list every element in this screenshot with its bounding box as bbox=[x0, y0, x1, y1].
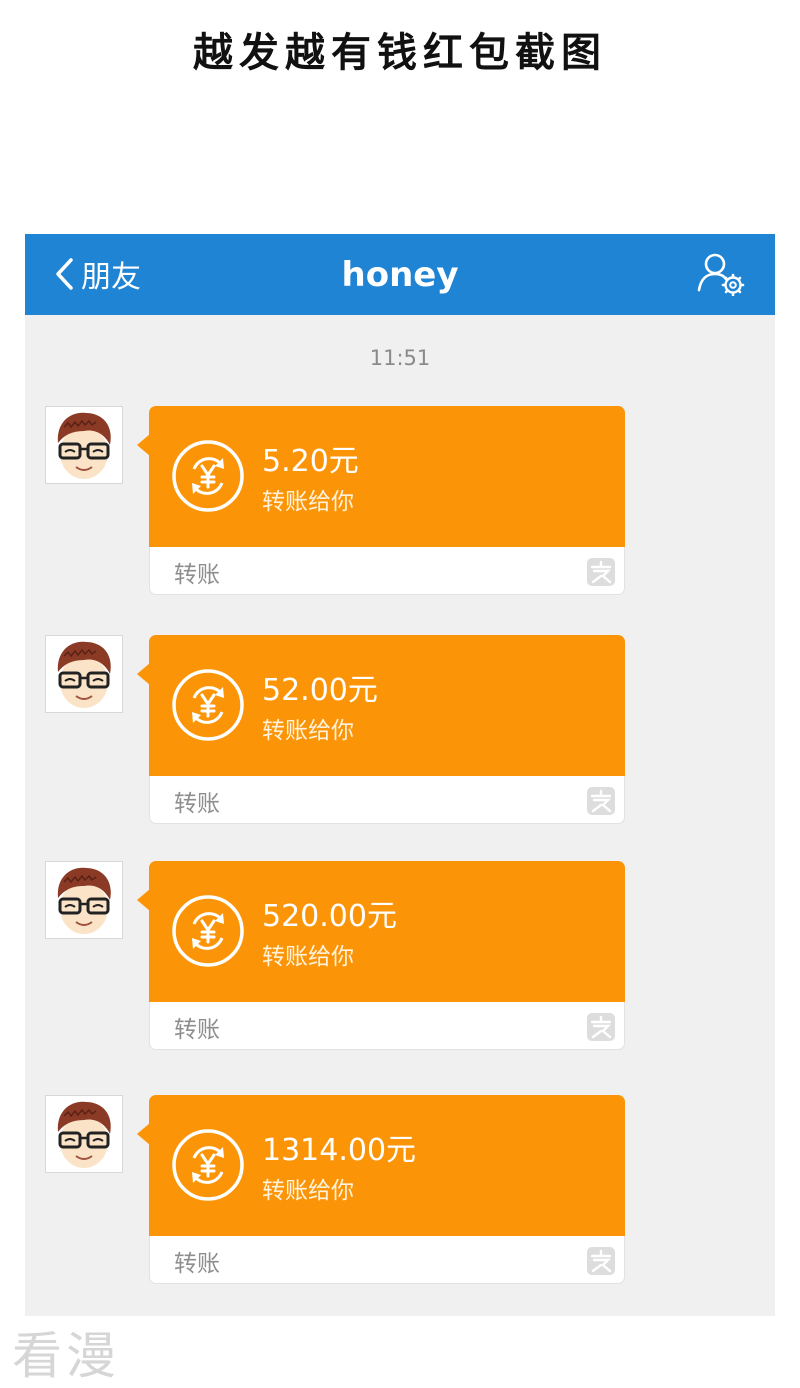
chat-message: 5.20元 转账给你 转账 bbox=[25, 406, 775, 596]
avatar-cartoon-icon bbox=[46, 862, 122, 938]
transfer-bubble[interactable]: 1314.00元 转账给你 转账 bbox=[137, 1095, 625, 1284]
avatar[interactable] bbox=[45, 406, 123, 484]
avatar[interactable] bbox=[45, 635, 123, 713]
transfer-card-top: 520.00元 转账给你 bbox=[149, 861, 625, 1002]
profile-settings-icon[interactable] bbox=[695, 250, 747, 296]
transfer-coin-icon bbox=[172, 895, 244, 967]
back-label: 朋友 bbox=[81, 260, 141, 295]
transfer-card-footer: 转账 bbox=[149, 776, 625, 824]
avatar[interactable] bbox=[45, 861, 123, 939]
avatar-cartoon-icon bbox=[46, 407, 122, 483]
transfer-description: 转账给你 bbox=[262, 489, 354, 515]
alipay-icon bbox=[587, 1013, 615, 1041]
navbar: 朋友 honey bbox=[25, 234, 775, 315]
message-timestamp: 11:51 bbox=[369, 346, 431, 370]
page-caption: 越发越有钱红包截图 bbox=[193, 30, 607, 76]
alipay-icon bbox=[587, 1247, 615, 1275]
transfer-description: 转账给你 bbox=[262, 1178, 354, 1204]
avatar-cartoon-icon bbox=[46, 636, 122, 712]
transfer-amount: 52.00元 bbox=[262, 673, 378, 708]
watermark-text: 看漫 bbox=[12, 1327, 120, 1385]
transfer-amount: 520.00元 bbox=[262, 899, 397, 934]
transfer-description: 转账给你 bbox=[262, 718, 354, 744]
transfer-type-label: 转账 bbox=[174, 1251, 220, 1277]
transfer-bubble[interactable]: 520.00元 转账给你 转账 bbox=[137, 861, 625, 1050]
transfer-type-label: 转账 bbox=[174, 791, 220, 817]
chat-message: 1314.00元 转账给你 转账 bbox=[25, 1095, 775, 1285]
transfer-coin-icon bbox=[172, 669, 244, 741]
chat-screen: 朋友 honey 11:51 5.20元 转账给你 转账 52.00元 转账给你… bbox=[25, 234, 775, 1316]
avatar[interactable] bbox=[45, 1095, 123, 1173]
transfer-card-footer: 转账 bbox=[149, 547, 625, 595]
transfer-description: 转账给你 bbox=[262, 944, 354, 970]
avatar-cartoon-icon bbox=[46, 1096, 122, 1172]
transfer-bubble[interactable]: 5.20元 转账给你 转账 bbox=[137, 406, 625, 595]
transfer-card-footer: 转账 bbox=[149, 1236, 625, 1284]
transfer-coin-icon bbox=[172, 1129, 244, 1201]
back-button[interactable]: 朋友 bbox=[53, 252, 141, 296]
alipay-icon bbox=[587, 558, 615, 586]
alipay-icon bbox=[587, 787, 615, 815]
chat-message: 520.00元 转账给你 转账 bbox=[25, 861, 775, 1051]
transfer-type-label: 转账 bbox=[174, 1017, 220, 1043]
chevron-left-icon bbox=[56, 258, 73, 290]
chat-message: 52.00元 转账给你 转账 bbox=[25, 635, 775, 825]
transfer-card-top: 5.20元 转账给你 bbox=[149, 406, 625, 547]
transfer-card-top: 52.00元 转账给你 bbox=[149, 635, 625, 776]
transfer-amount: 1314.00元 bbox=[262, 1133, 417, 1168]
transfer-bubble[interactable]: 52.00元 转账给你 转账 bbox=[137, 635, 625, 824]
transfer-type-label: 转账 bbox=[174, 562, 220, 588]
transfer-coin-icon bbox=[172, 440, 244, 512]
transfer-card-top: 1314.00元 转账给你 bbox=[149, 1095, 625, 1236]
transfer-card-footer: 转账 bbox=[149, 1002, 625, 1050]
transfer-amount: 5.20元 bbox=[262, 444, 359, 479]
